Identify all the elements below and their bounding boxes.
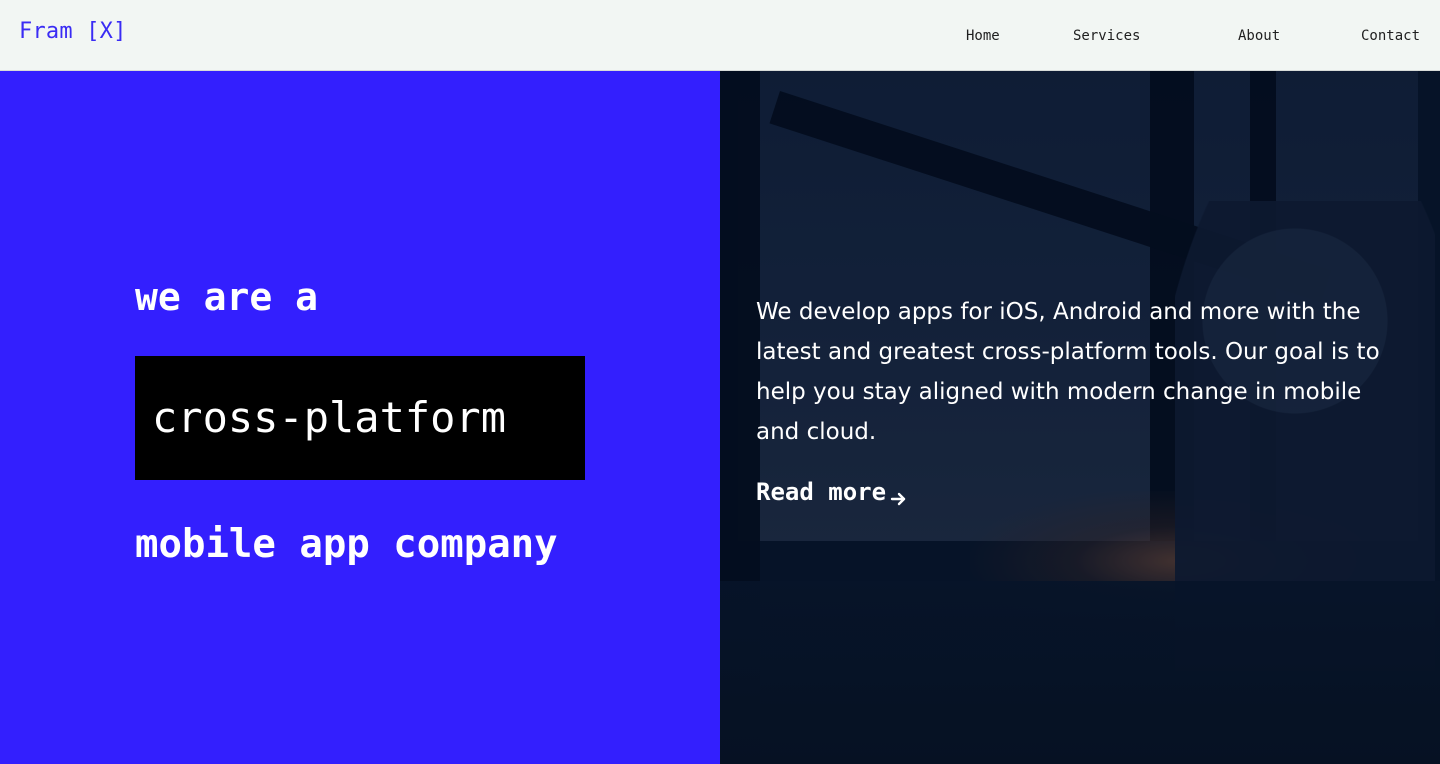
headline-company: mobile app company: [135, 522, 558, 567]
headline-highlight-text: cross-platform: [152, 393, 507, 442]
nav-about-link[interactable]: About: [1238, 27, 1280, 45]
site-header: Fram [X] Home Services About Contact: [0, 0, 1440, 71]
hero-right-panel: We develop apps for iOS, Android and mor…: [720, 71, 1440, 764]
read-more-label: Read more: [756, 478, 887, 506]
nav-contact-link[interactable]: Contact: [1361, 27, 1420, 45]
nav-home-link[interactable]: Home: [966, 27, 1000, 45]
headline-highlight-box: cross-platform: [135, 356, 585, 480]
site-logo[interactable]: Fram [X]: [19, 18, 127, 46]
nav-services-link[interactable]: Services: [1073, 27, 1140, 45]
hero-description: We develop apps for iOS, Android and mor…: [756, 299, 1380, 445]
headline-intro: we are a: [135, 275, 319, 319]
arrow-right-icon: [890, 484, 908, 506]
read-more-link[interactable]: Read more: [756, 476, 908, 508]
hero-left-panel: we are a cross-platform mobile app compa…: [0, 71, 720, 764]
